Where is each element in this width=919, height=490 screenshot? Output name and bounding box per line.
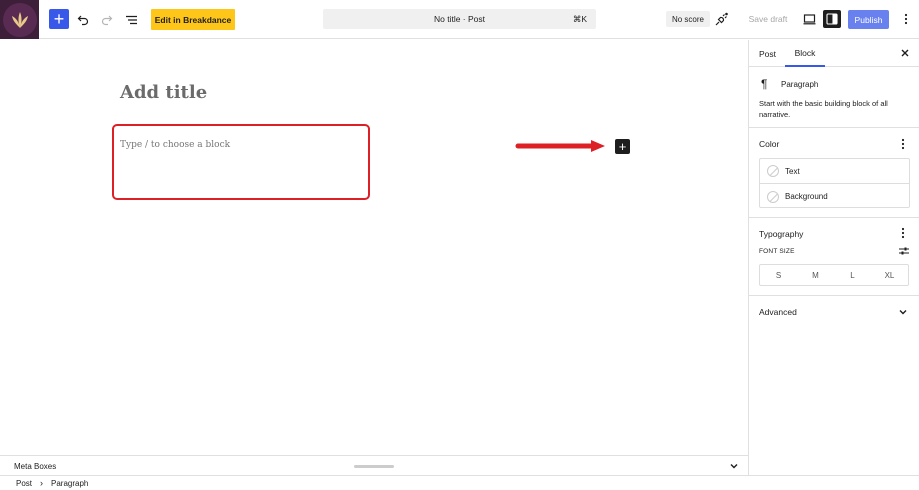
typography-panel: Typography FONT SIZE S M L XL (749, 218, 919, 296)
post-title-input[interactable]: Add title (120, 82, 207, 103)
font-size-picker: S M L XL (759, 264, 909, 286)
color-options-list: Text Background (759, 158, 910, 208)
site-logo[interactable] (0, 0, 39, 39)
block-name: Paragraph (781, 80, 819, 89)
color-panel-title: Color (759, 139, 780, 149)
undo-button[interactable] (73, 9, 93, 30)
plus-icon: + (53, 9, 65, 29)
plugin-button[interactable] (713, 9, 729, 30)
top-toolbar: + Edit in Breakdance No title · Post ⌘K … (0, 0, 919, 39)
color-option-background[interactable]: Background (760, 184, 909, 209)
font-size-option-l[interactable]: L (834, 265, 871, 285)
command-palette-bar[interactable]: No title · Post ⌘K (323, 9, 596, 29)
typography-panel-title: Typography (759, 229, 804, 239)
leaf-logo-icon (2, 2, 37, 37)
empty-swatch-icon (767, 165, 779, 177)
meta-boxes-label: Meta Boxes (14, 461, 57, 471)
undo-icon (77, 15, 89, 25)
sidebar-tabs: Post Block (749, 40, 919, 67)
tab-post[interactable]: Post (755, 40, 780, 67)
meta-boxes-bar[interactable]: Meta Boxes (0, 455, 748, 475)
font-size-option-m[interactable]: M (797, 265, 834, 285)
font-size-option-xl[interactable]: XL (871, 265, 908, 285)
resize-handle[interactable] (354, 465, 394, 468)
seo-score-badge[interactable]: No score (666, 11, 710, 27)
block-breadcrumb: Post › Paragraph (0, 475, 919, 490)
inline-block-inserter-button[interactable]: + (615, 139, 630, 154)
more-vertical-icon[interactable] (899, 138, 907, 150)
color-option-label: Text (785, 166, 800, 176)
block-description: Start with the basic building block of a… (759, 99, 888, 120)
color-option-text[interactable]: Text (760, 159, 909, 184)
settings-toggle-button[interactable] (823, 10, 841, 28)
font-size-option-s[interactable]: S (760, 265, 797, 285)
tab-block[interactable]: Block (785, 40, 825, 67)
red-annotation-arrow (515, 140, 605, 152)
paragraph-icon: ¶ (761, 77, 768, 91)
font-size-label: FONT SIZE (759, 248, 795, 255)
block-card: ¶ Paragraph Start with the basic buildin… (749, 67, 919, 128)
list-view-icon (125, 15, 137, 24)
empty-swatch-icon (767, 190, 779, 203)
plus-icon: + (618, 139, 627, 154)
color-option-label: Background (785, 192, 828, 201)
settings-sliders-icon[interactable] (899, 246, 909, 256)
chevron-down-icon[interactable] (728, 460, 740, 472)
more-vertical-icon[interactable] (899, 227, 907, 239)
editor-canvas: Add title Type / to choose a block + (0, 40, 748, 455)
more-vertical-icon (904, 13, 908, 25)
save-draft-button[interactable]: Save draft (744, 9, 792, 29)
preview-button[interactable] (801, 9, 817, 30)
chevron-right-icon: › (40, 478, 44, 488)
paragraph-block-highlight[interactable]: Type / to choose a block (112, 124, 370, 200)
command-shortcut: ⌘K (572, 13, 587, 24)
document-overview-button[interactable] (121, 9, 141, 30)
breadcrumb-item-paragraph[interactable]: Paragraph (51, 479, 88, 488)
plug-icon (715, 12, 728, 26)
settings-sidebar: Post Block ¶ Paragraph Start with the ba… (748, 40, 919, 475)
publish-button[interactable]: Publish (848, 10, 889, 29)
desktop-icon (803, 14, 815, 25)
paragraph-placeholder[interactable]: Type / to choose a block (120, 140, 230, 150)
advanced-panel-title: Advanced (759, 307, 797, 317)
close-icon[interactable] (899, 47, 911, 59)
block-inserter-button[interactable]: + (49, 9, 69, 29)
redo-button[interactable] (97, 9, 117, 30)
breadcrumb-item-post[interactable]: Post (16, 479, 32, 488)
options-menu-button[interactable] (900, 9, 912, 29)
advanced-panel[interactable]: Advanced (749, 296, 919, 326)
document-title: No title · Post (433, 14, 486, 24)
sidebar-icon (826, 13, 838, 25)
redo-icon (101, 15, 113, 25)
edit-in-breakdance-button[interactable]: Edit in Breakdance (151, 9, 235, 30)
chevron-down-icon[interactable] (897, 306, 909, 318)
color-panel: Color Text Background (749, 128, 919, 218)
